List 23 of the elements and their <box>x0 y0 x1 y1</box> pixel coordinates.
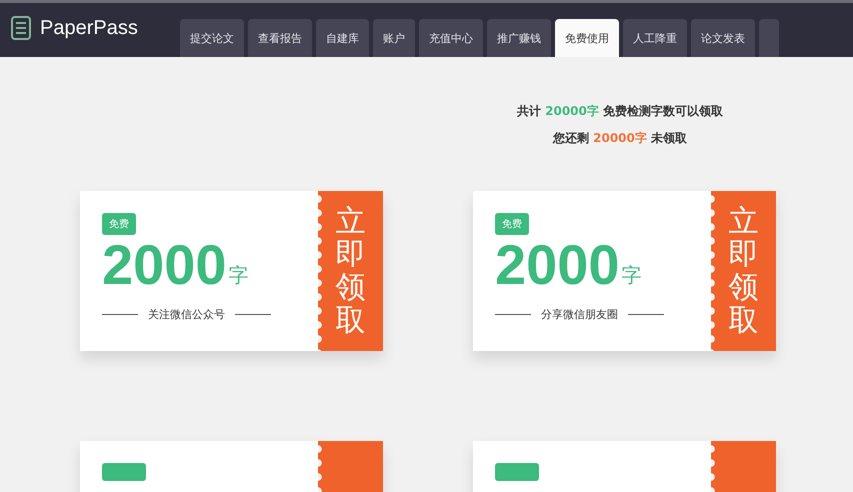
word-unit: 字 <box>622 262 642 289</box>
summary-text: 共计 20000字 免费检测字数可以领取 <box>516 103 724 120</box>
word-amount: 2000 <box>102 237 227 293</box>
word-unit: 字 <box>228 262 249 289</box>
free-badge: 免费 <box>102 213 136 235</box>
brand-name: PaperPass <box>40 16 138 40</box>
nav-tab[interactable]: 自建库 <box>316 19 369 57</box>
nav-tab[interactable]: 账户 <box>373 19 415 57</box>
document-logo-icon <box>10 15 32 41</box>
nav-tab[interactable]: 人工降重 <box>623 19 687 57</box>
nav-tab[interactable]: 提交论文 <box>180 19 244 57</box>
task-text: 关注微信公众号 <box>148 307 225 322</box>
nav-tab[interactable]: 充值中心 <box>419 19 483 57</box>
nav-tab[interactable]: 免费使用 <box>555 19 619 57</box>
word-amount: 2000 <box>495 237 620 293</box>
nav-tab[interactable]: 论文发表 <box>691 19 755 57</box>
nav-tab[interactable]: 推广赚钱 <box>487 19 551 57</box>
summary-text: 您还剩 20000字 未领取 <box>552 130 688 147</box>
free-badge <box>102 463 146 481</box>
free-badge <box>495 463 539 481</box>
free-badge: 免费 <box>495 213 529 235</box>
task-text: 分享微信朋友圈 <box>541 307 618 322</box>
nav-tab[interactable]: 查看报告 <box>248 19 312 57</box>
